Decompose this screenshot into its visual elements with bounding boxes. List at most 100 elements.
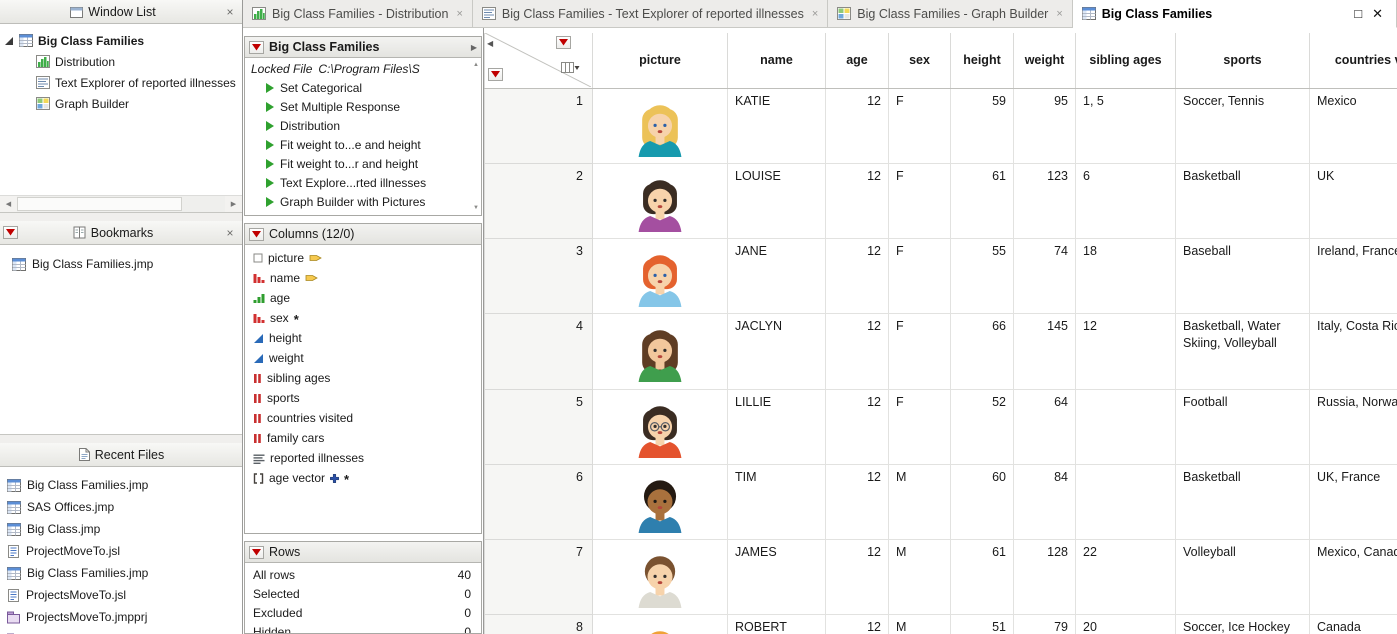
recent-file-item[interactable]: ProjectsMoveTo.jmpprj xyxy=(0,628,242,634)
close-icon[interactable]: ✕ xyxy=(1372,7,1383,20)
scroll-left-icon[interactable]: ◀ xyxy=(0,196,17,212)
picture-cell[interactable] xyxy=(593,88,728,163)
sex-cell[interactable]: M xyxy=(889,540,951,615)
column-header-height[interactable]: height xyxy=(951,33,1014,88)
weight-cell[interactable]: 84 xyxy=(1014,464,1076,539)
column-item-sports[interactable]: sports xyxy=(245,388,481,408)
countries-cell[interactable]: UK, France xyxy=(1310,464,1397,539)
scroll-up-icon[interactable]: ▲ xyxy=(473,62,479,68)
height-cell[interactable]: 51 xyxy=(951,615,1014,634)
countries-cell[interactable]: Mexico xyxy=(1310,88,1397,163)
picture-cell[interactable] xyxy=(593,314,728,389)
weight-cell[interactable]: 64 xyxy=(1014,389,1076,464)
tree-item-text-explorer[interactable]: Text Explorer of reported illnesses xyxy=(0,72,242,93)
sibling-ages-cell[interactable]: 20 xyxy=(1076,615,1176,634)
column-item-reported-illnesses[interactable]: reported illnesses xyxy=(245,448,481,468)
tab-2[interactable]: Big Class Families - Text Explorer of re… xyxy=(473,0,828,27)
sex-cell[interactable]: M xyxy=(889,464,951,539)
sports-cell[interactable]: Basketball, Water Skiing, Volleyball xyxy=(1176,314,1310,389)
row-number[interactable]: 8 xyxy=(485,615,593,634)
bookmarks-red-triangle-icon[interactable] xyxy=(3,226,18,239)
height-cell[interactable]: 60 xyxy=(951,464,1014,539)
tab-1[interactable]: Big Class Families - Distribution× xyxy=(243,0,473,27)
sex-cell[interactable]: F xyxy=(889,88,951,163)
column-item-family-cars[interactable]: family cars xyxy=(245,428,481,448)
table-script-item[interactable]: Fit weight to...r and height xyxy=(245,154,481,173)
column-header-age[interactable]: age xyxy=(826,33,889,88)
countries-cell[interactable]: Mexico, Canada xyxy=(1310,540,1397,615)
tree-item-graph-builder[interactable]: Graph Builder xyxy=(0,93,242,114)
sports-cell[interactable]: Football xyxy=(1176,389,1310,464)
recent-file-item[interactable]: Big Class Families.jmp xyxy=(0,562,242,584)
countries-cell[interactable]: Canada xyxy=(1310,615,1397,634)
column-item-sex[interactable]: sex* xyxy=(245,308,481,328)
collapse-splitter-icon[interactable]: ◀ xyxy=(487,39,493,48)
window-list-hscrollbar[interactable]: ◀ ▶ xyxy=(0,195,242,212)
name-cell[interactable]: ROBERT xyxy=(728,615,826,634)
tab-3[interactable]: Big Class Families - Graph Builder× xyxy=(828,0,1072,27)
height-cell[interactable]: 66 xyxy=(951,314,1014,389)
bookmark-item[interactable]: Big Class Families.jmp xyxy=(0,253,242,275)
weight-cell[interactable]: 79 xyxy=(1014,615,1076,634)
picture-cell[interactable] xyxy=(593,464,728,539)
sibling-ages-cell[interactable]: 22 xyxy=(1076,540,1176,615)
sports-cell[interactable]: Soccer, Ice Hockey xyxy=(1176,615,1310,634)
tab-close-icon[interactable]: × xyxy=(456,8,462,20)
weight-cell[interactable]: 74 xyxy=(1014,239,1076,314)
sibling-ages-cell[interactable] xyxy=(1076,389,1176,464)
table-script-item[interactable]: Distribution xyxy=(245,116,481,135)
countries-cell[interactable]: UK xyxy=(1310,163,1397,238)
panel-splitter[interactable] xyxy=(0,213,242,221)
row-number[interactable]: 6 xyxy=(485,464,593,539)
countries-cell[interactable]: Russia, Norway xyxy=(1310,389,1397,464)
weight-cell[interactable]: 145 xyxy=(1014,314,1076,389)
age-cell[interactable]: 12 xyxy=(826,88,889,163)
hscrollbar-thumb[interactable] xyxy=(17,197,182,211)
collapse-panel-icon[interactable]: ▶ xyxy=(471,43,477,52)
column-item-age-vector[interactable]: age vector* xyxy=(245,468,481,488)
column-header-picture[interactable]: picture xyxy=(593,33,728,88)
rows-menu-red-triangle-icon[interactable] xyxy=(249,546,264,559)
row-number[interactable]: 3 xyxy=(485,239,593,314)
column-header-weight[interactable]: weight xyxy=(1014,33,1076,88)
sibling-ages-cell[interactable]: 18 xyxy=(1076,239,1176,314)
columns-menu-red-triangle-icon[interactable] xyxy=(249,228,264,241)
age-cell[interactable]: 12 xyxy=(826,239,889,314)
recent-file-item[interactable]: SAS Offices.jmp xyxy=(0,496,242,518)
name-cell[interactable]: LOUISE xyxy=(728,163,826,238)
sex-cell[interactable]: M xyxy=(889,615,951,634)
name-cell[interactable]: KATIE xyxy=(728,88,826,163)
table-script-item[interactable]: Fit weight to...e and height xyxy=(245,135,481,154)
tab-close-icon[interactable]: × xyxy=(812,8,818,20)
name-cell[interactable]: TIM xyxy=(728,464,826,539)
sex-cell[interactable]: F xyxy=(889,239,951,314)
age-cell[interactable]: 12 xyxy=(826,389,889,464)
age-cell[interactable]: 12 xyxy=(826,615,889,634)
row-number[interactable]: 2 xyxy=(485,163,593,238)
row-number[interactable]: 4 xyxy=(485,314,593,389)
sports-cell[interactable]: Volleyball xyxy=(1176,540,1310,615)
sibling-ages-cell[interactable] xyxy=(1076,464,1176,539)
table-script-item[interactable]: Text Explore...rted illnesses xyxy=(245,173,481,192)
column-item-name[interactable]: name xyxy=(245,268,481,288)
maximize-icon[interactable]: □ xyxy=(1354,7,1362,20)
height-cell[interactable]: 55 xyxy=(951,239,1014,314)
weight-cell[interactable]: 95 xyxy=(1014,88,1076,163)
row-number[interactable]: 5 xyxy=(485,389,593,464)
recent-file-item[interactable]: Big Class Families.jmp xyxy=(0,474,242,496)
picture-cell[interactable] xyxy=(593,163,728,238)
column-item-weight[interactable]: weight xyxy=(245,348,481,368)
column-header-countries-visited[interactable]: countries visited xyxy=(1310,33,1397,88)
height-cell[interactable]: 52 xyxy=(951,389,1014,464)
age-cell[interactable]: 12 xyxy=(826,314,889,389)
window-list-close-icon[interactable]: × xyxy=(222,5,238,19)
name-cell[interactable]: JACLYN xyxy=(728,314,826,389)
tree-item-big-class-families[interactable]: Big Class Families xyxy=(0,30,242,51)
rows-menu-red-triangle-icon[interactable] xyxy=(488,68,503,81)
sibling-ages-cell[interactable]: 12 xyxy=(1076,314,1176,389)
countries-cell[interactable]: Italy, Costa Rica xyxy=(1310,314,1397,389)
sports-cell[interactable]: Basketball xyxy=(1176,464,1310,539)
sex-cell[interactable]: F xyxy=(889,314,951,389)
column-header-sports[interactable]: sports xyxy=(1176,33,1310,88)
age-cell[interactable]: 12 xyxy=(826,163,889,238)
